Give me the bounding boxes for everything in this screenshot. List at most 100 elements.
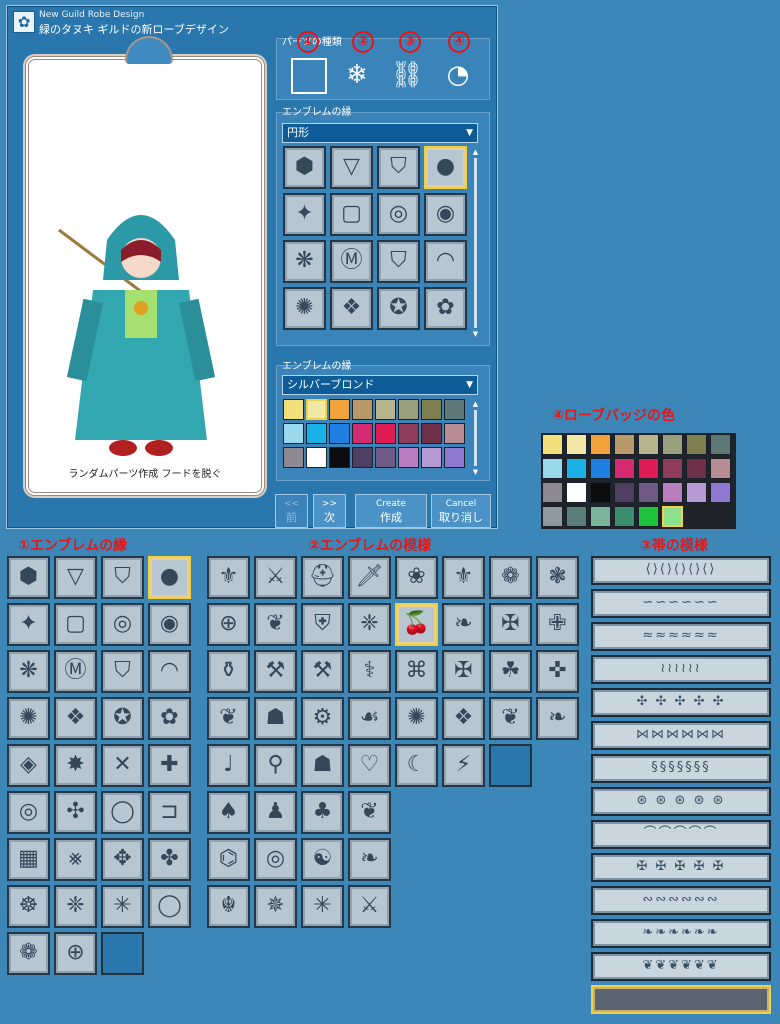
pattern-tile[interactable]: ✵ bbox=[254, 885, 297, 928]
emblem-color-swatch[interactable] bbox=[329, 423, 350, 444]
scroll-up-icon[interactable]: ▲ bbox=[472, 148, 479, 156]
pattern-tile[interactable]: ✺ bbox=[395, 697, 438, 740]
pattern-tile[interactable]: ⚒ bbox=[254, 650, 297, 693]
emblem-color-swatch[interactable] bbox=[375, 399, 396, 420]
pattern-tile[interactable]: ❧ bbox=[536, 697, 579, 740]
border-tile[interactable]: ◎ bbox=[377, 193, 420, 236]
band-pattern-tile[interactable]: ≀≀≀≀≀≀ bbox=[591, 655, 771, 684]
border-sheet-tile[interactable]: ✳ bbox=[101, 885, 144, 928]
border-sheet-tile[interactable]: ❁ bbox=[7, 932, 50, 975]
badge-color-swatch[interactable] bbox=[614, 506, 635, 527]
band-pattern-tile[interactable]: ❧❧❧❧❧❧ bbox=[591, 919, 771, 948]
scroll-up-icon[interactable]: ▲ bbox=[472, 400, 479, 408]
cancel-button[interactable]: Cancel 取り消し bbox=[431, 494, 491, 528]
badge-color-swatch[interactable] bbox=[542, 506, 563, 527]
badge-color-swatch[interactable] bbox=[662, 482, 683, 503]
border-sheet-tile[interactable]: ❈ bbox=[54, 885, 97, 928]
emblem-color-swatch[interactable] bbox=[329, 447, 350, 468]
emblem-color-swatch[interactable] bbox=[398, 447, 419, 468]
pattern-tile[interactable]: ☾ bbox=[395, 744, 438, 787]
border-sheet-tile[interactable]: ◉ bbox=[148, 603, 191, 646]
border-tile[interactable]: ✺ bbox=[283, 287, 326, 330]
badge-color-swatch[interactable] bbox=[662, 506, 683, 527]
pattern-tile[interactable]: ✠ bbox=[442, 650, 485, 693]
pattern-tile[interactable]: ❧ bbox=[348, 838, 391, 881]
border-sheet-tile[interactable]: ▢ bbox=[54, 603, 97, 646]
pattern-tile[interactable]: ♡ bbox=[348, 744, 391, 787]
border-sheet-tile[interactable]: ◎ bbox=[101, 603, 144, 646]
emblem-color-swatch[interactable] bbox=[375, 423, 396, 444]
border-sheet-tile[interactable]: ✚ bbox=[148, 744, 191, 787]
badge-color-swatch[interactable] bbox=[590, 458, 611, 479]
border-sheet-tile[interactable]: ✺ bbox=[7, 697, 50, 740]
badge-color-swatch[interactable] bbox=[566, 506, 587, 527]
pattern-tile[interactable]: ♩ bbox=[207, 744, 250, 787]
scroll-down-icon[interactable]: ▼ bbox=[472, 330, 479, 338]
band-pattern-tile[interactable] bbox=[591, 985, 771, 1014]
pattern-tile[interactable]: 🍒 bbox=[395, 603, 438, 646]
emblem-color-swatch[interactable] bbox=[283, 423, 304, 444]
badge-color-swatch[interactable] bbox=[566, 434, 587, 455]
badge-color-swatch[interactable] bbox=[614, 434, 635, 455]
emblem-color-swatch[interactable] bbox=[444, 447, 465, 468]
pattern-tile[interactable]: ☗ bbox=[301, 744, 344, 787]
pattern-tile[interactable]: ♣ bbox=[301, 791, 344, 834]
border-sheet-tile[interactable]: ✥ bbox=[101, 838, 144, 881]
pattern-tile[interactable]: ⚜ bbox=[442, 556, 485, 599]
border-sheet-tile[interactable]: ❖ bbox=[54, 697, 97, 740]
pattern-tile[interactable]: ⚲ bbox=[254, 744, 297, 787]
pattern-tile[interactable]: ❁ bbox=[489, 556, 532, 599]
border-tile[interactable]: ⛉ bbox=[377, 146, 420, 189]
border-sheet-tile[interactable]: ◯ bbox=[148, 885, 191, 928]
band-pattern-tile[interactable]: ✠ ✠ ✠ ✠ ✠ bbox=[591, 853, 771, 882]
border-sheet-tile[interactable] bbox=[101, 932, 144, 975]
border-tile[interactable]: ◠ bbox=[424, 240, 467, 283]
band-pattern-tile[interactable]: ≈≈≈≈≈≈ bbox=[591, 622, 771, 651]
badge-color-swatch[interactable] bbox=[638, 458, 659, 479]
border-sheet-tile[interactable]: ◈ bbox=[7, 744, 50, 787]
pattern-tile[interactable]: ⚡ bbox=[442, 744, 485, 787]
border-sheet-tile[interactable]: ⊕ bbox=[54, 932, 97, 975]
border-sheet-tile[interactable]: ✤ bbox=[148, 838, 191, 881]
pattern-tile[interactable]: ✠ bbox=[489, 603, 532, 646]
border-sheet-tile[interactable]: ☸ bbox=[7, 885, 50, 928]
pattern-tile[interactable]: ✙ bbox=[536, 603, 579, 646]
pattern-tile[interactable]: ❦ bbox=[254, 603, 297, 646]
pattern-tile[interactable]: ☘ bbox=[489, 650, 532, 693]
band-pattern-tile[interactable]: ∽∽∽∽∽∽ bbox=[591, 589, 771, 618]
badge-color-swatch[interactable] bbox=[710, 434, 731, 455]
next-button[interactable]: >> 次 bbox=[313, 494, 346, 528]
badge-color-swatch[interactable] bbox=[662, 434, 683, 455]
badge-color-swatch[interactable] bbox=[638, 506, 659, 527]
pattern-tile[interactable]: ❧ bbox=[442, 603, 485, 646]
emblem-color-swatch[interactable] bbox=[306, 423, 327, 444]
pattern-tile[interactable]: ⊕ bbox=[207, 603, 250, 646]
emblem-color-swatch[interactable] bbox=[329, 399, 350, 420]
create-button[interactable]: Create 作成 bbox=[355, 494, 427, 528]
border-sheet-tile[interactable]: ✪ bbox=[101, 697, 144, 740]
pattern-tile[interactable]: ⚔ bbox=[254, 556, 297, 599]
pattern-tile[interactable]: ❀ bbox=[395, 556, 438, 599]
emblem-color-swatch[interactable] bbox=[352, 399, 373, 420]
border-sheet-tile[interactable]: ✦ bbox=[7, 603, 50, 646]
band-pattern-tile[interactable]: §§§§§§§ bbox=[591, 754, 771, 783]
emblem-color-swatch[interactable] bbox=[352, 447, 373, 468]
pattern-tile[interactable]: ☬ bbox=[207, 885, 250, 928]
border-sheet-tile[interactable]: ▽ bbox=[54, 556, 97, 599]
badge-color-swatch[interactable] bbox=[590, 506, 611, 527]
emblem-color-swatch[interactable] bbox=[421, 399, 442, 420]
border-scrollbar[interactable]: ▲ ▼ bbox=[472, 148, 479, 338]
pattern-tile[interactable]: ❖ bbox=[442, 697, 485, 740]
border-tile[interactable]: ❋ bbox=[283, 240, 326, 283]
badge-color-swatch[interactable] bbox=[686, 482, 707, 503]
palette-icon[interactable]: ◔ bbox=[438, 56, 478, 96]
band-pattern-tile[interactable]: ⟨⟩⟨⟩⟨⟩⟨⟩⟨⟩ bbox=[591, 556, 771, 585]
pattern-tile[interactable]: ⌬ bbox=[207, 838, 250, 881]
badge-color-swatch[interactable] bbox=[542, 434, 563, 455]
badge-color-swatch[interactable] bbox=[710, 482, 731, 503]
badge-color-swatch[interactable] bbox=[614, 458, 635, 479]
pattern-tile[interactable]: ♟ bbox=[254, 791, 297, 834]
pattern-tile[interactable]: ⚱ bbox=[207, 650, 250, 693]
pattern-tile[interactable]: 🗡 bbox=[348, 556, 391, 599]
border-sheet-tile[interactable]: ⬢ bbox=[7, 556, 50, 599]
